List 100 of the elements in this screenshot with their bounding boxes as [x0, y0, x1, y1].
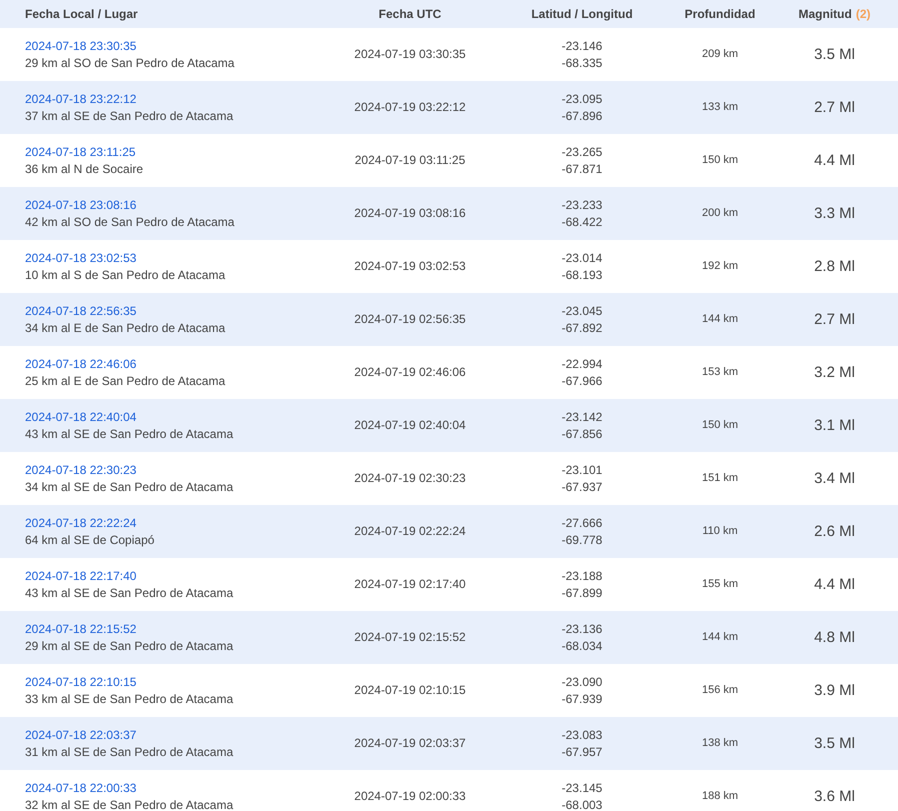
- magnitude-value: 3.6 Ml: [814, 788, 855, 805]
- longitude: -67.899: [562, 584, 602, 602]
- utc-date: 2024-07-19 03:11:25: [354, 152, 466, 169]
- depth-value: 150 km: [702, 418, 738, 433]
- utc-date: 2024-07-19 02:10:15: [354, 682, 466, 699]
- utc-date: 2024-07-19 03:02:53: [354, 258, 466, 275]
- latitude: -23.083: [562, 726, 602, 744]
- utc-date: 2024-07-19 02:46:06: [354, 364, 466, 381]
- column-header: Profundidad: [684, 6, 756, 22]
- latitude: -23.233: [562, 196, 602, 214]
- place-text: 43 km al SE de San Pedro de Atacama: [25, 584, 234, 602]
- longitude: -67.966: [562, 372, 602, 390]
- longitude: -67.871: [562, 160, 602, 178]
- depth-value: 200 km: [702, 206, 738, 221]
- longitude: -69.778: [562, 532, 602, 548]
- magnitude-value: 2.7 Ml: [814, 311, 855, 328]
- longitude: -67.892: [562, 320, 602, 336]
- place-text: 64 km al SE de Copiapó: [25, 532, 154, 548]
- utc-date: 2024-07-19 03:22:12: [354, 99, 466, 116]
- date-link[interactable]: 2024-07-18 22:30:23: [25, 462, 136, 478]
- place-text: 34 km al SE de San Pedro de Atacama: [25, 478, 234, 496]
- depth-value: 150 km: [702, 153, 738, 168]
- magnitude-value: 3.5 Ml: [814, 46, 855, 63]
- latitude: -23.095: [562, 90, 602, 108]
- longitude: -68.422: [562, 214, 602, 230]
- place-text: 43 km al SE de San Pedro de Atacama: [25, 426, 234, 442]
- latitude: -23.145: [562, 780, 602, 796]
- latitude: -27.666: [562, 514, 602, 532]
- date-link[interactable]: 2024-07-18 23:30:35: [25, 38, 136, 54]
- longitude: -67.896: [562, 108, 602, 124]
- latitude: -23.014: [562, 250, 602, 266]
- depth-value: 188 km: [702, 789, 738, 804]
- magnitude-value: 3.1 Ml: [814, 417, 855, 434]
- place-text: 42 km al SO de San Pedro de Atacama: [25, 214, 234, 230]
- longitude: -67.856: [562, 426, 602, 442]
- depth-value: 138 km: [702, 736, 738, 751]
- depth-value: 133 km: [702, 100, 738, 115]
- date-link[interactable]: 2024-07-18 22:17:40: [25, 568, 136, 584]
- place-text: 29 km al SO de San Pedro de Atacama: [25, 54, 234, 72]
- longitude: -68.335: [562, 54, 602, 72]
- depth-value: 144 km: [702, 312, 738, 327]
- latitude: -23.142: [562, 408, 602, 426]
- magnitude-value: 2.8 Ml: [814, 258, 855, 275]
- place-text: 32 km al SE de San Pedro de Atacama: [25, 796, 234, 811]
- utc-date: 2024-07-19 02:56:35: [354, 311, 466, 328]
- magnitude-value: 4.4 Ml: [814, 576, 855, 593]
- date-link[interactable]: 2024-07-18 22:15:52: [25, 620, 136, 638]
- column-header: Magnitud: [798, 6, 852, 22]
- magnitude-value: 2.6 Ml: [814, 523, 855, 540]
- longitude: -67.937: [562, 478, 602, 496]
- date-link[interactable]: 2024-07-18 22:10:15: [25, 674, 136, 690]
- depth-value: 192 km: [702, 259, 738, 274]
- column-header: Fecha Local / Lugar: [25, 6, 138, 22]
- utc-date: 2024-07-19 02:40:04: [354, 417, 466, 434]
- place-text: 10 km al S de San Pedro de Atacama: [25, 266, 226, 284]
- date-link[interactable]: 2024-07-18 22:56:35: [25, 302, 136, 320]
- depth-value: 156 km: [702, 683, 738, 698]
- longitude: -67.957: [562, 744, 602, 760]
- depth-value: 151 km: [702, 471, 738, 486]
- date-link[interactable]: 2024-07-18 22:00:33: [25, 780, 136, 796]
- date-link[interactable]: 2024-07-18 22:40:04: [25, 408, 136, 426]
- depth-value: 110 km: [702, 524, 738, 539]
- magnitude-value: 3.5 Ml: [814, 735, 855, 752]
- column-header: Fecha UTC: [378, 6, 442, 22]
- longitude: -68.034: [562, 638, 602, 654]
- utc-date: 2024-07-19 02:00:33: [354, 788, 466, 805]
- magnitude-value: 4.4 Ml: [814, 152, 855, 169]
- utc-date: 2024-07-19 02:03:37: [354, 735, 466, 752]
- longitude: -67.939: [562, 690, 602, 708]
- magnitude-value: 3.2 Ml: [814, 364, 855, 381]
- latitude: -23.265: [562, 144, 602, 160]
- utc-date: 2024-07-19 02:15:52: [354, 629, 466, 646]
- depth-value: 144 km: [702, 630, 738, 645]
- utc-date: 2024-07-19 02:22:24: [354, 523, 466, 540]
- date-link[interactable]: 2024-07-18 22:03:37: [25, 726, 136, 744]
- latitude: -23.136: [562, 620, 602, 638]
- latitude: -23.090: [562, 674, 602, 690]
- depth-value: 209 km: [702, 47, 738, 62]
- date-link[interactable]: 2024-07-18 22:46:06: [25, 356, 136, 372]
- longitude: -68.193: [562, 266, 602, 284]
- date-link[interactable]: 2024-07-18 23:22:12: [25, 90, 136, 108]
- date-link[interactable]: 2024-07-18 23:11:25: [25, 144, 136, 160]
- latitude: -22.994: [562, 356, 602, 372]
- latitude: -23.146: [562, 38, 602, 54]
- utc-date: 2024-07-19 03:08:16: [354, 205, 466, 222]
- place-text: 31 km al SE de San Pedro de Atacama: [25, 744, 234, 760]
- column-header: Latitud / Longitud: [531, 6, 633, 22]
- utc-date: 2024-07-19 02:30:23: [354, 470, 466, 487]
- date-link[interactable]: 2024-07-18 23:08:16: [25, 196, 136, 214]
- place-text: 37 km al SE de San Pedro de Atacama: [25, 108, 234, 124]
- latitude: -23.045: [562, 302, 602, 320]
- date-link[interactable]: 2024-07-18 23:02:53: [25, 250, 136, 266]
- magnitude-value: 4.8 Ml: [814, 629, 855, 646]
- magnitude-value: 3.4 Ml: [814, 470, 855, 487]
- latitude: -23.188: [562, 568, 602, 584]
- date-link[interactable]: 2024-07-18 22:22:24: [25, 514, 136, 532]
- magnitude-value: 3.9 Ml: [814, 682, 855, 699]
- longitude: -68.003: [562, 796, 602, 811]
- utc-date: 2024-07-19 03:30:35: [354, 46, 466, 63]
- place-text: 36 km al N de Socaire: [25, 160, 144, 178]
